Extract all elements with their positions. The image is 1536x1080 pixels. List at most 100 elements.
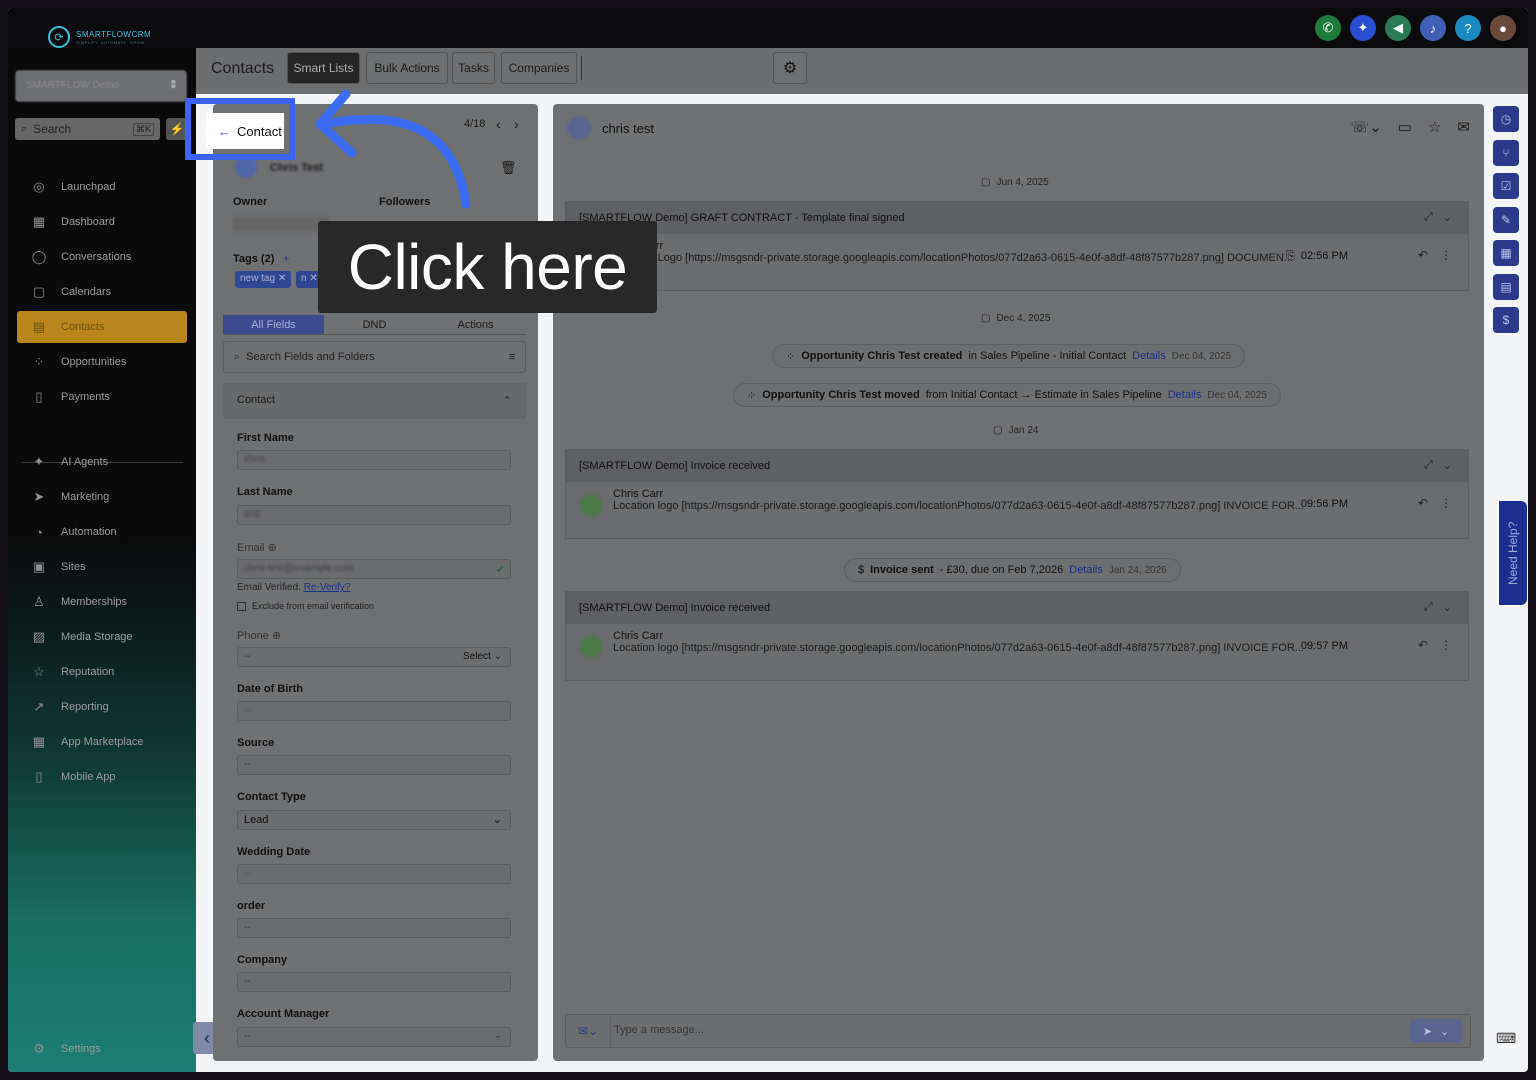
phone-type-select[interactable]: Select ⌄	[463, 651, 502, 662]
exclude-checkbox[interactable]	[237, 601, 246, 611]
sidebar-item-opportunities[interactable]: ⁘ Opportunities	[17, 346, 187, 378]
avatar[interactable]: ●	[1490, 15, 1516, 41]
folder-icon[interactable]: ▭	[1398, 118, 1412, 136]
conversation-avatar	[567, 116, 591, 140]
add-email-plus-icon[interactable]: ⊕	[268, 542, 277, 554]
chevron-down-icon[interactable]: ⌄	[1443, 211, 1452, 224]
appointments-calendar-icon[interactable]: ▦	[1493, 240, 1519, 266]
phone-icon[interactable]: ✆	[1315, 15, 1341, 41]
email-value: chris.test@example.com	[244, 563, 354, 574]
mail-icon[interactable]: ✉	[1457, 118, 1470, 136]
email-card[interactable]: [SMARTFLOW Demo] Invoice received ⤢ ⌄ Chri…	[565, 449, 1469, 539]
channel-mail-icon[interactable]: ✉⌄	[566, 1015, 611, 1047]
close-icon[interactable]: ✕	[309, 273, 317, 284]
sidebar-item-marketing[interactable]: ➤ Marketing	[17, 481, 187, 513]
payments-dollar-icon[interactable]: $	[1493, 307, 1519, 333]
email-card[interactable]: [SMARTFLOW Demo] Invoice received ⤢ ⌄ Chri…	[565, 591, 1469, 681]
sidebar-item-calendars[interactable]: ▢ Calendars	[17, 276, 187, 308]
wedding-date-field[interactable]: --	[237, 864, 511, 884]
bell-icon[interactable]: ♪	[1420, 15, 1446, 41]
company-field[interactable]: --	[237, 972, 511, 992]
reply-icon[interactable]: ↶	[1418, 496, 1428, 510]
sidebar-item-automation[interactable]: ◔ Automation	[17, 516, 187, 548]
dob-field[interactable]: --	[237, 701, 511, 721]
settings-gear-icon[interactable]: ⚙	[773, 52, 807, 84]
documents-icon[interactable]: ▤	[1493, 274, 1519, 300]
filter-icon[interactable]: ≡	[509, 351, 515, 363]
chevron-down-icon[interactable]: ⌄	[1443, 459, 1452, 472]
phone-field[interactable]: -- Select ⌄	[237, 647, 511, 667]
source-field[interactable]: --	[237, 755, 511, 775]
notes-pencil-icon[interactable]: ✎	[1493, 207, 1519, 233]
mobile-icon: ▯	[35, 769, 43, 784]
reply-icon[interactable]: ↶	[1418, 248, 1428, 262]
sidebar-item-settings[interactable]: ⚙ Settings	[17, 1033, 187, 1065]
details-link[interactable]: Details	[1132, 350, 1166, 362]
sites-icon: ▣	[32, 559, 46, 574]
calendar-icon: ▢	[981, 177, 991, 188]
exclude-verification-row[interactable]: Exclude from email verification	[237, 601, 374, 611]
message-composer: ✉⌄ Type a message... ➤ ⌄	[565, 1014, 1471, 1048]
dollar-icon: $	[858, 564, 865, 576]
last-name-field[interactable]: test	[237, 505, 511, 525]
activity-clock-icon[interactable]: ◷	[1493, 106, 1519, 132]
sidebar-item-label: Conversations	[61, 251, 132, 263]
workflow-icon[interactable]: ⑂	[1493, 140, 1519, 166]
star-icon[interactable]: ☆	[1428, 118, 1441, 136]
tab-all-fields[interactable]: All Fields	[223, 315, 324, 335]
sidebar-item-contacts[interactable]: ▤ Contacts	[17, 311, 187, 343]
sidebar-item-reporting[interactable]: ↗ Reporting	[17, 691, 187, 723]
close-icon[interactable]: ✕	[278, 273, 286, 284]
tags-label: Tags (2)	[233, 253, 275, 265]
help-icon[interactable]: ?	[1455, 15, 1481, 41]
need-help-tab[interactable]: Need Help?	[1499, 501, 1527, 605]
add-tag-plus-icon[interactable]: +	[283, 253, 289, 265]
expand-icon[interactable]: ⤢	[1424, 601, 1433, 614]
expand-icon[interactable]: ⤢	[1424, 211, 1433, 224]
call-icon[interactable]: ☏⌄	[1350, 118, 1381, 136]
order-field[interactable]: --	[237, 918, 511, 938]
contact-type-select[interactable]: Lead ⌄	[237, 810, 511, 830]
first-name-field[interactable]: chris	[237, 450, 511, 470]
phone-value: --	[244, 651, 251, 662]
email-card[interactable]: [SMARTFLOW Demo] GRAFT CONTRACT - Templa…	[565, 201, 1469, 291]
megaphone-icon[interactable]: ◀	[1385, 15, 1411, 41]
tasks-icon[interactable]: ☑	[1493, 173, 1519, 199]
expand-icon[interactable]: ⤢	[1424, 459, 1433, 472]
message-input[interactable]: Type a message...	[614, 1024, 704, 1036]
email-field[interactable]: chris.test@example.com ✔	[237, 559, 511, 579]
sidebar-item-media-storage[interactable]: ▨ Media Storage	[17, 621, 187, 653]
send-button[interactable]: ➤ ⌄	[1410, 1019, 1462, 1043]
sidebar-item-app-marketplace[interactable]: ▦ App Marketplace	[17, 726, 187, 758]
source-label: Source	[237, 737, 275, 749]
add-phone-plus-icon[interactable]: ⊕	[272, 630, 281, 642]
tag-chip[interactable]: new tag ✕	[235, 271, 292, 288]
account-manager-select[interactable]: -- ⌄	[237, 1027, 511, 1047]
sidebar-item-sites[interactable]: ▣ Sites	[17, 551, 187, 583]
more-icon[interactable]: ⋮	[1440, 248, 1452, 262]
reverify-link[interactable]: Re-Verify?	[304, 582, 351, 593]
activity-opportunity-created: ⁘ Opportunity Chris Test created in Sales…	[772, 344, 1246, 368]
sidebar-item-reputation[interactable]: ☆ Reputation	[17, 656, 187, 688]
sidebar-item-mobile-app[interactable]: ▯ Mobile App	[17, 761, 187, 793]
tab-actions[interactable]: Actions	[425, 315, 526, 335]
keyboard-icon[interactable]: ⌨	[1496, 1030, 1516, 1047]
details-link[interactable]: Details	[1069, 564, 1103, 576]
ai-sparkle-icon[interactable]: ✦	[1350, 15, 1376, 41]
more-icon[interactable]: ⋮	[1440, 638, 1452, 652]
details-link[interactable]: Details	[1168, 389, 1202, 401]
fields-search-input[interactable]: ⌕ Search Fields and Folders ≡	[223, 341, 526, 373]
reply-icon[interactable]: ↶	[1418, 638, 1428, 652]
section-contact-header[interactable]: Contact ⌃	[223, 383, 526, 419]
app-window: ⟳ SMARTFLOWCRM SIMPLIFY. AUTOMATE. GROW …	[8, 8, 1528, 1072]
gear-icon: ⚙	[33, 1041, 45, 1056]
sidebar-item-ai-agents[interactable]: ✦ AI Agents	[17, 446, 187, 478]
tab-dnd[interactable]: DND	[324, 315, 425, 335]
sidebar-item-payments[interactable]: ▯ Payments	[17, 381, 187, 413]
chevron-down-icon[interactable]: ⌄	[1443, 601, 1452, 614]
sidebar-item-memberships[interactable]: ♙ Memberships	[17, 586, 187, 618]
more-icon[interactable]: ⋮	[1440, 496, 1452, 510]
first-name-value: chris	[244, 454, 266, 465]
send-icon: ➤	[1422, 1025, 1432, 1038]
conversation-panel: chris test ☏⌄ ▭ ☆ ✉ ▢ Jun 4, 2025 [SMARTF…	[553, 104, 1484, 1061]
